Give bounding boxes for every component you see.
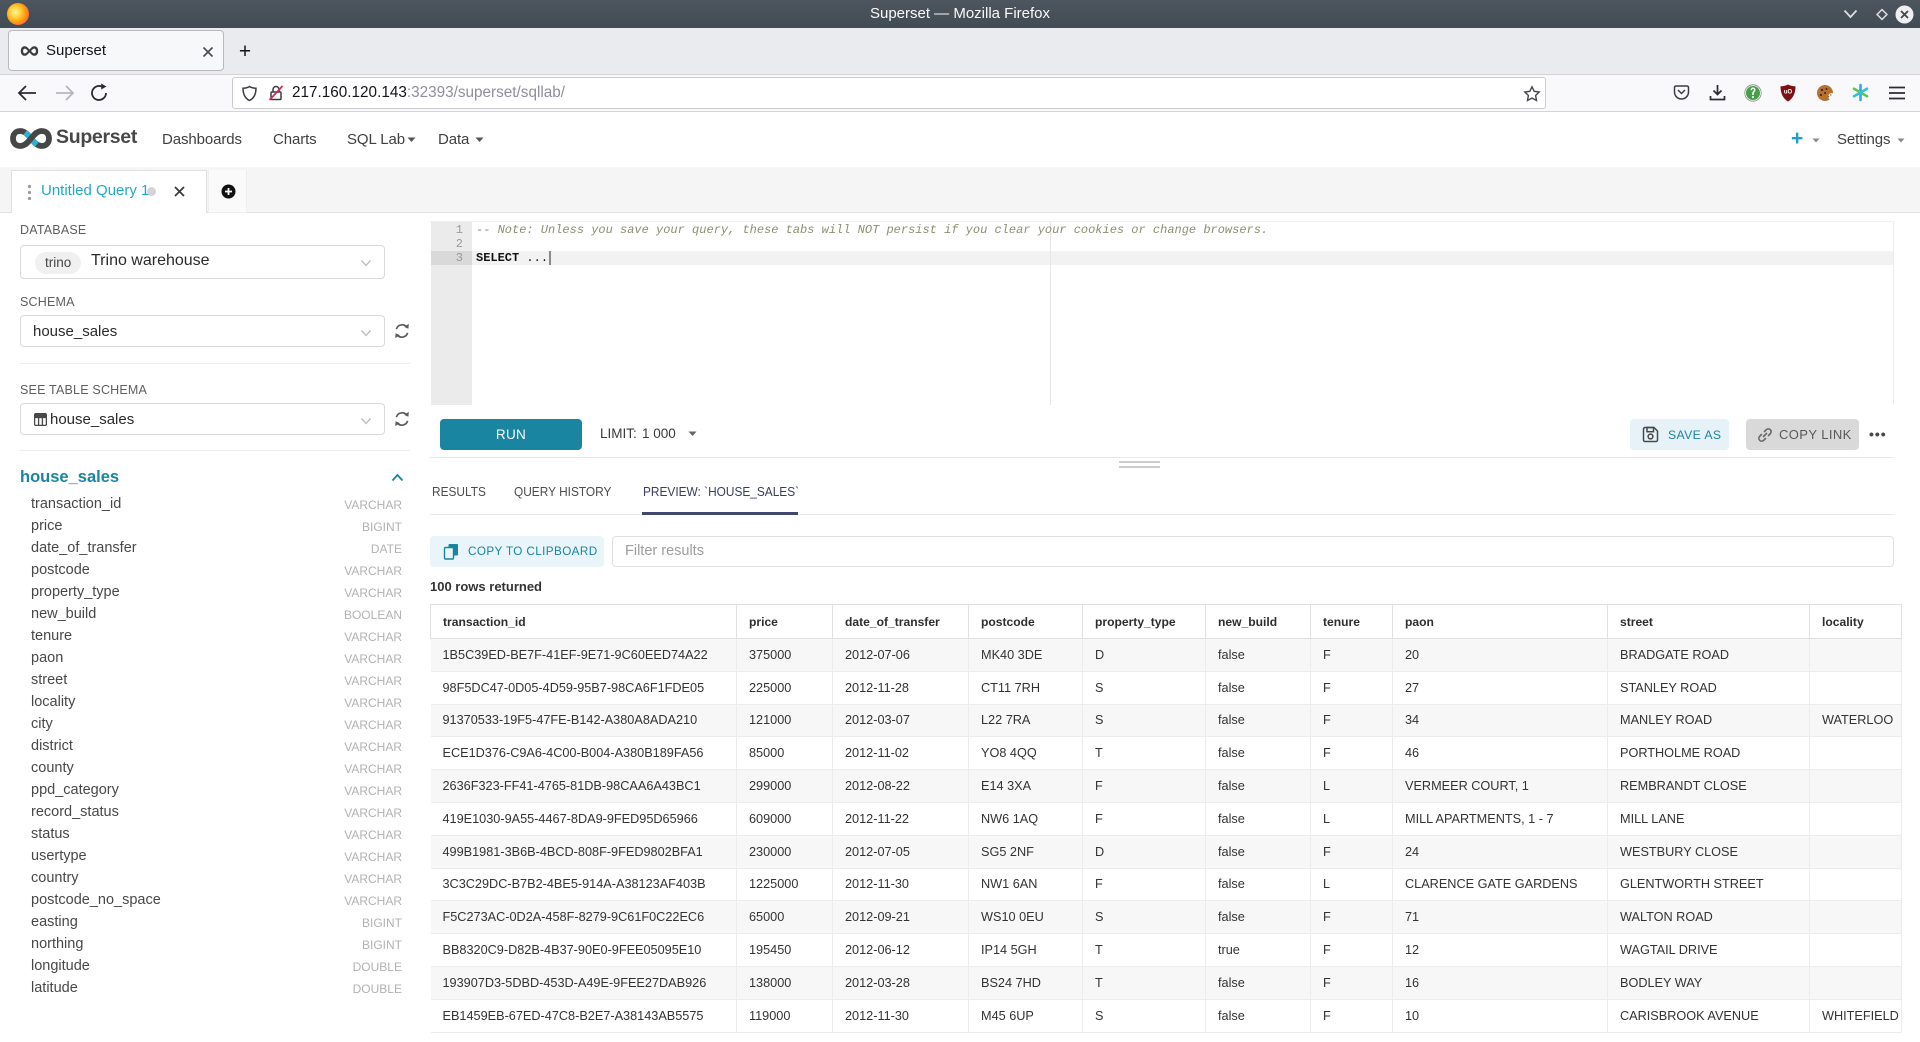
svg-text:uO: uO: [1784, 90, 1793, 96]
